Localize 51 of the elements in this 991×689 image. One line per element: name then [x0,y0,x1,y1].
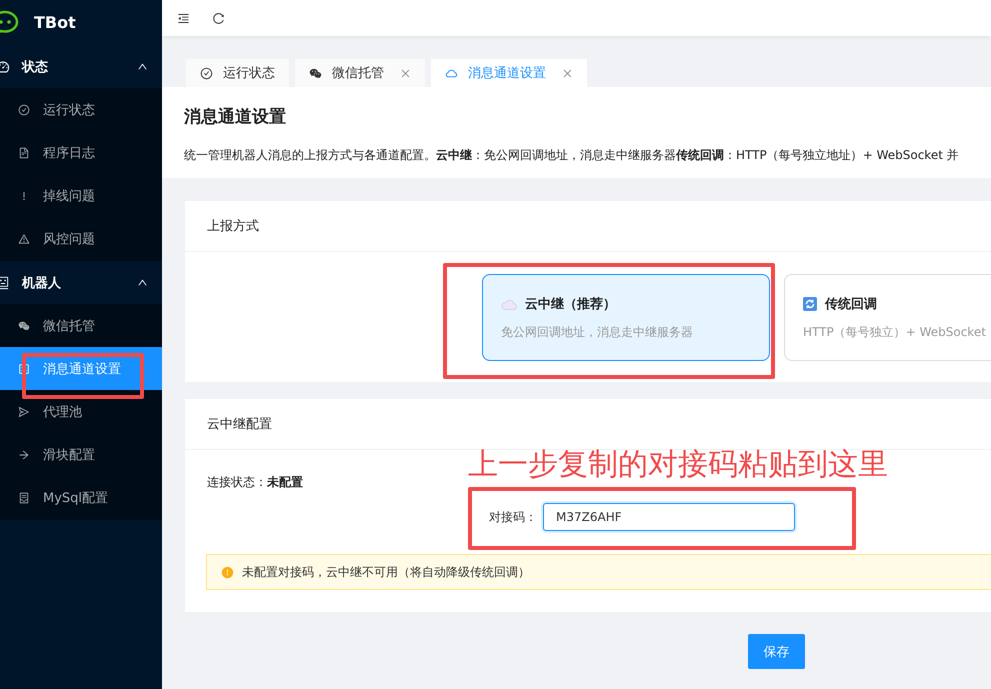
brand-name: TBot [34,13,76,32]
refresh-icon[interactable] [212,12,225,24]
tab[interactable]: 微信托管 [295,59,425,87]
option-title: 云中继（推荐） [525,296,616,313]
dashboard-icon [0,60,10,74]
menu-group[interactable]: 机器人 [0,261,162,304]
send-icon [18,406,30,418]
cloud-icon [501,298,517,310]
alert-text: 未配置对接码，云中继不可用（将自动降级传统回调） [242,564,530,580]
menu-item[interactable]: MySql配置 [0,476,162,519]
field-label: 对接码： [489,508,537,526]
menu-group-label: 机器人 [22,274,62,292]
menu-item[interactable]: 微信托管 [0,304,162,347]
page-description: 统一管理机器人消息的上报方式与各通道配置。云中继：免公网回调地址，消息走中继服务器传统回调：HTTP（每号独立地址）+ WebSocket 并 [184,147,960,164]
menu-item[interactable]: 程序日志 [0,131,162,174]
card-title: 上报方式 [185,201,991,252]
menu-item[interactable]: 运行状态 [0,88,162,131]
status-label: 连接状态： [207,474,267,491]
tab[interactable]: 运行状态 [186,59,289,87]
annotation-caption: 上一步复制的对接码粘贴到这里 [468,447,888,483]
mode-option-card[interactable]: 云中继（推荐） 免公网回调地址，消息走中继服务器 [482,274,770,361]
cloud-icon [445,66,458,80]
code-input-field[interactable]: M37Z6AHF [543,503,795,531]
chevron-up-icon [137,277,148,288]
menu-group[interactable]: 状态 [0,45,162,88]
document-icon [18,146,30,158]
chat-bubbles-icon [309,66,322,80]
robot-icon [0,276,10,290]
menu-item[interactable]: 滑块配置 [0,433,162,476]
menu-item[interactable]: 掉线问题 [0,174,162,217]
chevron-up-icon [137,61,148,72]
mode-option-card[interactable]: 传统回调 HTTP（每号独立）+ WebSocket [784,274,991,361]
menu-group-label: 状态 [22,58,49,76]
warning-icon [18,232,30,244]
page-title: 消息通道设置 [184,106,287,128]
option-description: 免公网回调地址，消息走中继服务器 [501,324,694,341]
menu-item[interactable]: 代理池 [0,390,162,433]
menu-item[interactable]: 风控问题 [0,217,162,260]
code-icon [18,362,30,374]
status-value: 未配置 [267,474,303,491]
card-title: 云中继配置 [185,399,991,450]
sync-icon [803,297,817,311]
option-description: HTTP（每号独立）+ WebSocket [803,324,987,341]
list-box-icon [18,492,30,504]
chat-bubbles-icon [18,320,30,332]
arrow-icon [18,448,30,460]
option-title: 传统回调 [825,296,877,313]
menu-fold-icon[interactable] [177,12,190,24]
warning-icon [221,566,234,578]
close-icon[interactable] [562,68,573,78]
close-icon[interactable] [400,68,411,78]
